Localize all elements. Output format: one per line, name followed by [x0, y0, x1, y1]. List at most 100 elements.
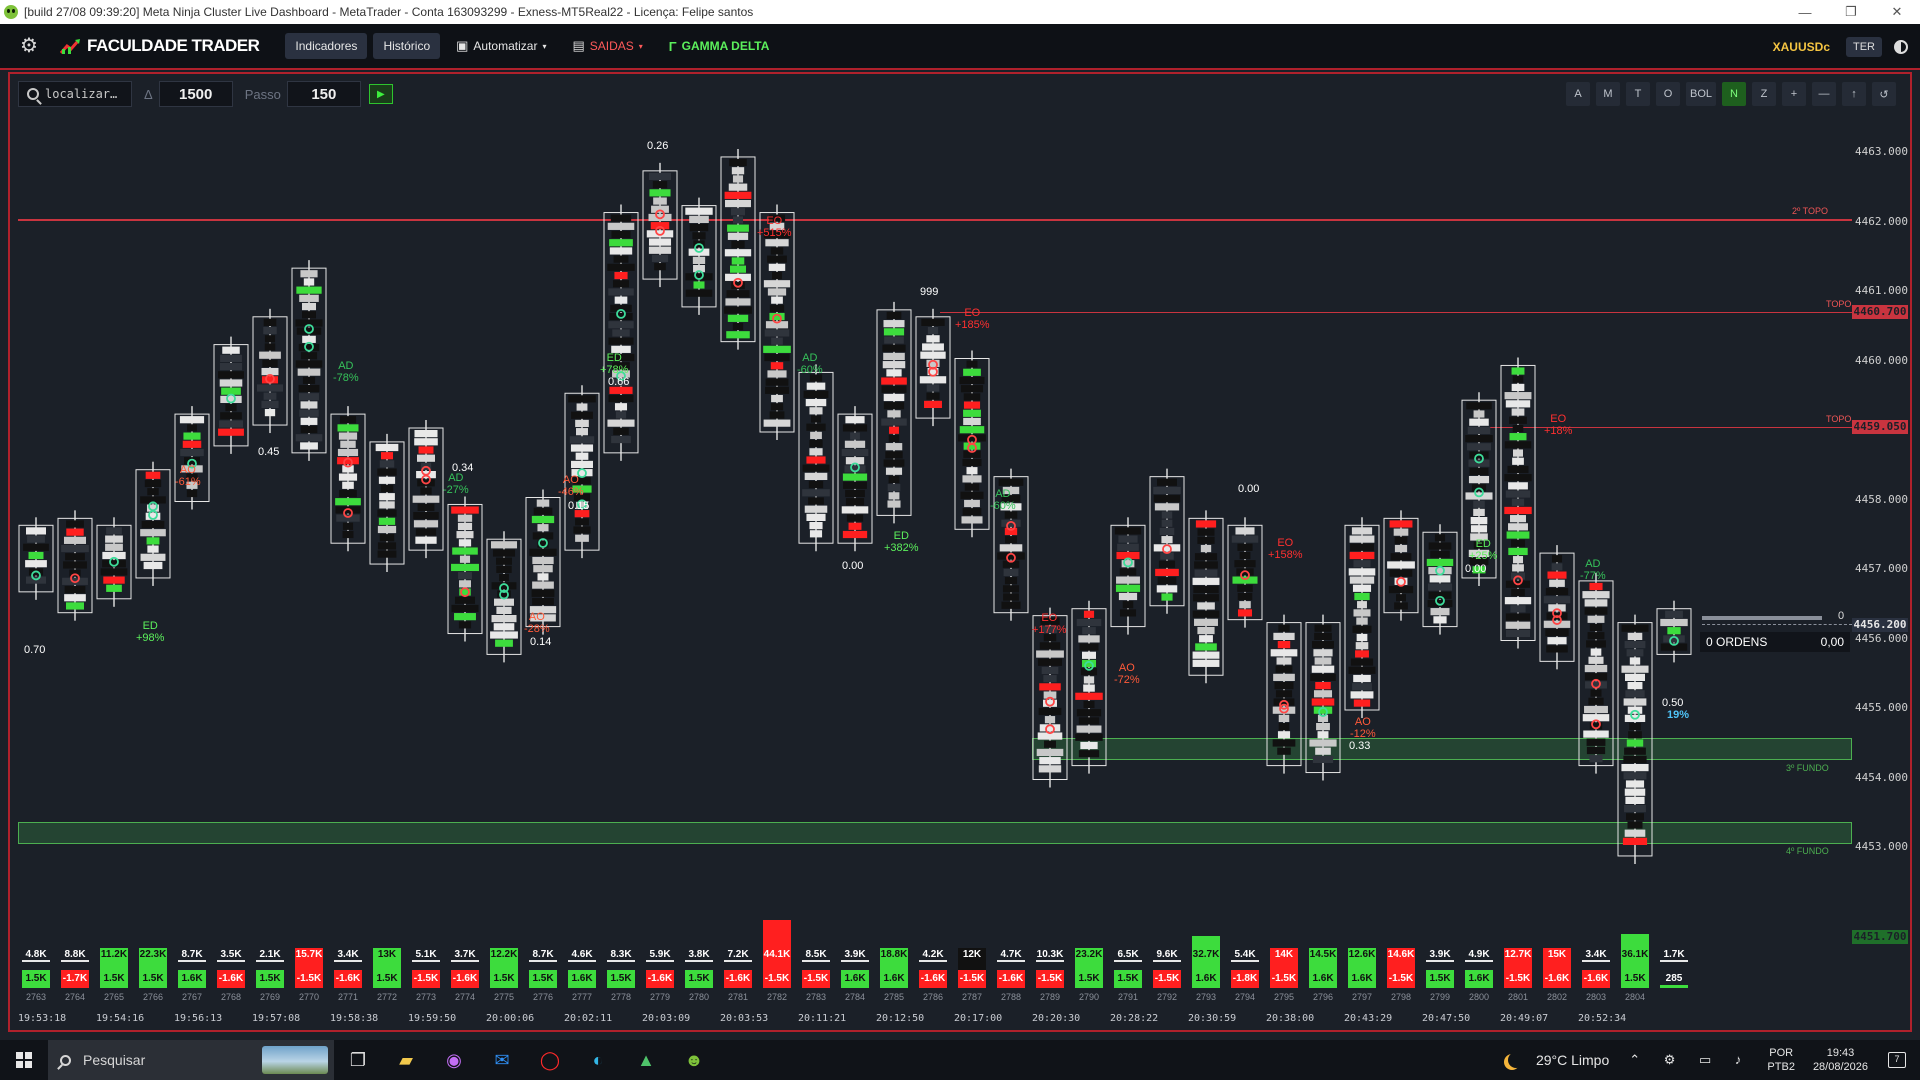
delta-label: Δ	[144, 86, 153, 102]
window-titlebar: [build 27/08 09:39:20] Meta Ninja Cluste…	[0, 0, 1920, 24]
signal-annotation: AD -77%	[1580, 558, 1606, 582]
chart-logo-icon	[60, 39, 80, 54]
theme-toggle-icon[interactable]	[1894, 40, 1908, 54]
brand-name: FACULDADE TRADER	[87, 36, 260, 55]
mode-button-3[interactable]: O	[1655, 82, 1680, 106]
language-code: POR	[1769, 1047, 1794, 1059]
delta-cell: -1.5K	[295, 970, 323, 988]
bar-index: 2771	[337, 992, 359, 1002]
volume-label: 4.8K	[22, 948, 50, 962]
close-button[interactable]: ✕	[1874, 0, 1920, 24]
mode-buttons: A M T O BOL N Z + — ↑ ↺	[1560, 82, 1896, 106]
time-label: 20:38:00	[1266, 1013, 1315, 1024]
clock[interactable]: 19:43 28/08/2026	[1813, 1046, 1868, 1074]
bar-index: 2786	[922, 992, 944, 1002]
signal-annotation: ED +382%	[884, 530, 919, 554]
edge-icon[interactable]: ◐	[574, 1040, 622, 1080]
gear-icon[interactable]: ⚙	[18, 35, 40, 57]
delta-cell: 1.5K	[607, 970, 635, 988]
signal-annotation: AO -28%	[524, 611, 550, 635]
taskbar-search-label: Pesquisar	[83, 1052, 146, 1068]
file-explorer-icon[interactable]: ▰	[382, 1040, 430, 1080]
minimize-button[interactable]: —	[1782, 0, 1828, 24]
gamma-delta-button[interactable]: Γ GAMMA DELTA	[659, 33, 780, 59]
mode-button-7[interactable]: +	[1782, 82, 1806, 106]
outlook-icon[interactable]: ✉	[478, 1040, 526, 1080]
delta-cell: 1.5K	[1426, 970, 1454, 988]
volume-label: 3.4K	[1582, 948, 1610, 962]
copilot-icon[interactable]: ◉	[430, 1040, 478, 1080]
mode-button-9[interactable]: ↑	[1842, 82, 1866, 106]
mode-button-8[interactable]: —	[1812, 82, 1836, 106]
volume-label: 3.9K	[1426, 948, 1454, 962]
saidas-menu[interactable]: ▤ SAIDAS ▾	[562, 33, 652, 59]
historico-button[interactable]: Histórico	[373, 33, 441, 59]
time-label: 20:49:07	[1500, 1013, 1549, 1024]
step-input[interactable]: 150	[286, 81, 361, 107]
search-input[interactable]: localizar…	[18, 81, 132, 107]
volume-label: 3.4K	[334, 948, 362, 962]
metatrader-icon[interactable]: ▲	[622, 1040, 670, 1080]
mode-button-1[interactable]: M	[1595, 82, 1620, 106]
volume-label: 4.9K	[1465, 948, 1493, 962]
signal-annotation: AD -78%	[333, 360, 359, 384]
bar-index: 2798	[1390, 992, 1412, 1002]
bar-index: 2776	[532, 992, 554, 1002]
delta-cell: -1.6K	[997, 970, 1025, 988]
bar-index: 2797	[1351, 992, 1373, 1002]
bar-index: 2767	[181, 992, 203, 1002]
orders-panel[interactable]: 0 ORDENS 0,00	[1700, 632, 1850, 652]
mode-button-0[interactable]: A	[1565, 82, 1590, 106]
level-2nd-top-label: 2º TOPO	[1792, 206, 1828, 216]
indicadores-button[interactable]: Indicadores	[285, 33, 368, 59]
language-indicator[interactable]: POR PTB2	[1767, 1046, 1795, 1074]
ratio-label: 0.15	[568, 500, 590, 512]
bar-index: 2773	[415, 992, 437, 1002]
bar-index: 2779	[649, 992, 671, 1002]
time-label: 20:03:09	[642, 1013, 691, 1024]
volume-label: 3.8K	[685, 948, 713, 962]
time-label: 19:57:08	[252, 1013, 301, 1024]
start-button[interactable]	[0, 1040, 48, 1080]
mode-button-5[interactable]: N	[1722, 82, 1746, 106]
delta-input[interactable]: 1500	[158, 81, 233, 107]
symbol-label[interactable]: XAUUSDc	[1773, 40, 1830, 54]
delta-cell: 1.5K	[490, 970, 518, 988]
clock-date: 28/08/2026	[1812, 1061, 1868, 1073]
signal-annotation: EO +177%	[1032, 612, 1067, 636]
volume-label: 15.7K	[295, 948, 323, 962]
signal-annotation: ED +78%	[600, 352, 629, 376]
taskbar-search[interactable]: Pesquisar	[48, 1040, 334, 1080]
current-percent-label: 19%	[1667, 709, 1690, 721]
mode-button-2[interactable]: T	[1625, 82, 1650, 106]
clock-time: 19:43	[1826, 1047, 1855, 1059]
orders-value: 0,00	[1820, 635, 1844, 649]
volume-label: 8.8K	[61, 948, 89, 962]
mode-button-6[interactable]: Z	[1752, 82, 1776, 106]
volume-label: 14.5K	[1309, 948, 1337, 962]
alien-app-icon[interactable]: ☻	[670, 1040, 718, 1080]
weather-widget[interactable]: 29°C Limpo	[1508, 1052, 1609, 1068]
weather-text: 29°C Limpo	[1535, 1052, 1610, 1068]
mode-button-4[interactable]: BOL	[1685, 82, 1716, 106]
support-zone-3rd-bottom	[1032, 738, 1852, 760]
automatizar-menu[interactable]: ▣ Automatizar ▾	[446, 33, 556, 59]
signal-annotation: AO -12%	[1350, 716, 1376, 740]
volume-label: 3.7K	[451, 948, 479, 962]
volume-label: 3.5K	[217, 948, 245, 962]
task-view-icon[interactable]: ❐	[334, 1040, 382, 1080]
search-highlight-image	[262, 1046, 328, 1074]
tray-icons[interactable]: ⌃ ⚙ ▭ ♪	[1629, 1052, 1751, 1068]
maximize-button[interactable]: ❐	[1828, 0, 1874, 24]
notification-icon[interactable]: 7	[1888, 1052, 1906, 1068]
mode-button-10[interactable]: ↺	[1872, 82, 1896, 106]
volume-label: 12.6K	[1348, 948, 1376, 962]
delta-cell: 1.6K	[1465, 970, 1493, 988]
price-tag-bottom: 4451.700	[1852, 930, 1908, 945]
bar-index: 2783	[805, 992, 827, 1002]
opera-icon[interactable]: ◯	[526, 1040, 574, 1080]
bar-index: 2800	[1468, 992, 1490, 1002]
play-button[interactable]: ▶	[368, 84, 393, 104]
bar-index: 2764	[64, 992, 86, 1002]
session-badge[interactable]: TER	[1846, 37, 1882, 57]
